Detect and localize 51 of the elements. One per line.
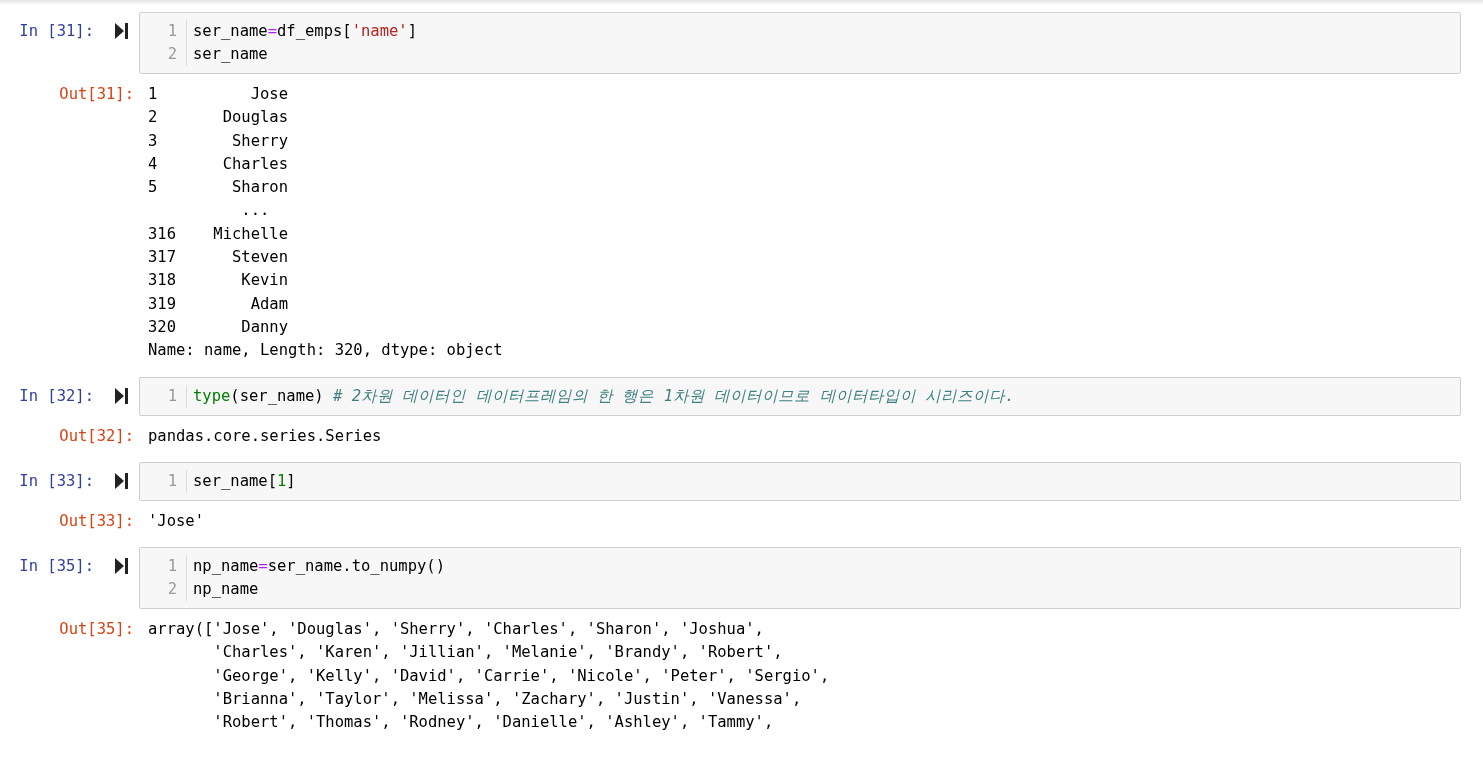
run-icon — [114, 558, 128, 575]
output-line: 'Charles', 'Karen', 'Jillian', 'Melanie', 'Brandy', 'Robert', — [212, 642, 784, 664]
output-line: 316 Michelle — [148, 223, 289, 245]
output-line: 320 Danny — [148, 316, 289, 338]
run-icon — [114, 472, 128, 489]
line-number: 2 — [167, 44, 177, 65]
output-line: ... — [240, 200, 271, 222]
run-button[interactable] — [113, 557, 129, 576]
run-button[interactable] — [113, 22, 129, 40]
code-line: type(ser_name) # 2차원 데이터인 데이터프레임의 한 행은 1차원 데이터이므로 데이터타입이 시리즈이다. — [193, 385, 1015, 407]
code-line: ser_name[1] — [193, 470, 296, 492]
code-line: np_name — [193, 579, 260, 601]
code-cell[interactable]: 1 2 ser_name=df_emps['name'] ser_name — [139, 12, 1461, 74]
line-number: 1 — [167, 556, 177, 578]
line-number: 1 — [167, 385, 177, 407]
line-number: 1 — [167, 21, 177, 42]
output-line: 2 Douglas — [148, 107, 289, 129]
code-line: np_name=ser_name.to_numpy() — [193, 556, 445, 578]
code-line: ser_name — [193, 44, 269, 65]
output-line: 4 Charles — [148, 153, 289, 175]
output-line: 'Robert', 'Thomas', 'Rodney', 'Danielle', 'Ashley', 'Tammy', — [212, 712, 775, 734]
output-line: 317 Steven — [148, 247, 289, 269]
line-number: 2 — [167, 579, 177, 601]
run-button[interactable] — [113, 386, 129, 405]
line-number: 1 — [167, 470, 177, 492]
output-prompt: Out[33]: — [58, 510, 134, 532]
output-line: 318 Kevin — [148, 270, 289, 292]
input-prompt: In [35]: — [18, 556, 94, 578]
code-cell[interactable]: 1 type(ser_name) # 2차원 데이터인 데이터프레임의 한 행은 1차원 데이터이므로 데이터타입이 시리즈이다. — [139, 376, 1461, 416]
output-line: 'Brianna', 'Taylor', 'Melissa', 'Zachary', 'Justin', 'Vanessa', — [212, 689, 803, 711]
output-line: Name: name, Length: 320, dtype: object — [148, 340, 503, 362]
output-line: 3 Sherry — [148, 130, 289, 152]
input-prompt: In [33]: — [18, 470, 94, 492]
input-prompt: In [32]: — [18, 385, 94, 407]
run-icon — [114, 387, 128, 404]
output-line: 5 Sharon — [148, 177, 289, 199]
output-line: 'Jose' — [148, 510, 204, 532]
output-prompt: Out[31]: — [58, 84, 134, 105]
input-prompt: In [31]: — [18, 21, 94, 42]
output-line: array(['Jose', 'Douglas', 'Sherry', 'Charles', 'Sharon', 'Joshua', — [148, 619, 765, 641]
run-icon — [114, 23, 128, 39]
code-cell[interactable]: 1 2 np_name=ser_name.to_numpy() np_name — [139, 547, 1461, 610]
output-line: 319 Adam — [148, 293, 289, 315]
code-line: ser_name=df_emps['name'] — [193, 21, 417, 42]
output-line: 'George', 'Kelly', 'David', 'Carrie', 'Nicole', 'Peter', 'Sergio', — [212, 665, 830, 687]
run-button[interactable] — [113, 471, 129, 490]
code-cell[interactable]: 1 ser_name[1] — [139, 461, 1461, 501]
output-prompt: Out[32]: — [58, 425, 134, 447]
output-line: pandas.core.series.Series — [148, 425, 382, 447]
output-line: 1 Jose — [148, 84, 289, 105]
output-prompt: Out[35]: — [58, 619, 134, 641]
